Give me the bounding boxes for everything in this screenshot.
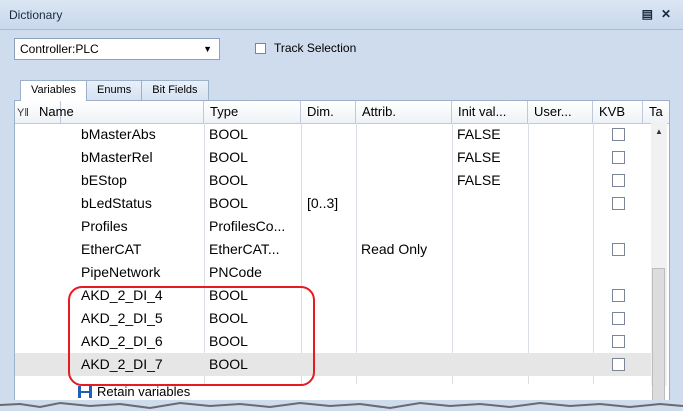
panel-title: Dictionary (9, 8, 63, 22)
cell-type: BOOL (209, 195, 248, 211)
column-header-ta[interactable]: Ta (643, 101, 669, 123)
controller-select[interactable]: Controller:PLC ▼ (14, 38, 220, 60)
tab-bit-fields[interactable]: Bit Fields (141, 80, 209, 100)
cell-type: BOOL (209, 126, 248, 142)
cell-name: Profiles (81, 218, 128, 234)
cell-name: EtherCAT (81, 241, 142, 257)
cell-init (457, 261, 527, 284)
column-header-type[interactable]: Type (204, 101, 301, 123)
cell-init (457, 307, 527, 330)
toolbar: Controller:PLC ▼ Track Selection (0, 30, 683, 70)
vertical-scrollbar[interactable]: ▲ (651, 123, 667, 404)
kvb-checkbox[interactable] (612, 289, 625, 302)
column-header-attrib[interactable]: Attrib. (356, 101, 452, 123)
kvb-checkbox[interactable] (612, 335, 625, 348)
column-header-dim[interactable]: Dim. (301, 101, 356, 123)
cell-name: bMasterAbs (81, 126, 156, 142)
cell-init (457, 284, 527, 307)
cell-name: bEStop (81, 172, 127, 188)
kvb-checkbox[interactable] (612, 197, 625, 210)
column-header-init[interactable]: Init val... (452, 101, 528, 123)
table-row[interactable]: bMasterRel BOOL FALSE (15, 146, 651, 169)
cell-init (457, 238, 527, 261)
column-header-kvb[interactable]: KVB (593, 101, 643, 123)
cell-dim (307, 238, 355, 261)
cell-init (457, 330, 527, 353)
highlight-annotation (68, 286, 315, 386)
pin-icon[interactable]: ▤ (642, 7, 653, 21)
column-header-user[interactable]: User... (528, 101, 593, 123)
cell-attrib (361, 307, 451, 330)
cell-init: FALSE (457, 126, 501, 142)
tab-variables[interactable]: Variables (20, 80, 88, 101)
kvb-checkbox[interactable] (612, 312, 625, 325)
track-selection-label: Track Selection (274, 41, 357, 55)
cell-type: BOOL (209, 172, 248, 188)
cell-attrib (361, 353, 451, 376)
cell-dim (307, 123, 355, 146)
table-row[interactable]: Profiles ProfilesCo... (15, 215, 651, 238)
cell-dim (307, 146, 355, 169)
cell-dim (307, 215, 355, 238)
cell-type: ProfilesCo... (209, 218, 286, 234)
grid-header: Υ‖ Name Type Dim. Attrib. Init val... Us… (15, 101, 669, 124)
chevron-down-icon: ▼ (203, 44, 212, 54)
kvb-checkbox[interactable] (612, 128, 625, 141)
table-row[interactable]: bEStop BOOL FALSE (15, 169, 651, 192)
retain-icon (78, 385, 92, 398)
table-row[interactable]: bMasterAbs BOOL FALSE (15, 123, 651, 146)
scroll-thumb[interactable] (652, 268, 665, 404)
cell-type: PNCode (209, 264, 262, 280)
cell-attrib (361, 123, 451, 146)
close-icon[interactable]: ✕ (661, 7, 671, 21)
kvb-checkbox[interactable] (612, 151, 625, 164)
cell-type: EtherCAT... (209, 241, 280, 257)
cell-dim (307, 261, 355, 284)
title-bar: Dictionary ▤ ✕ (0, 0, 683, 30)
kvb-checkbox[interactable] (612, 243, 625, 256)
cell-init: FALSE (457, 172, 501, 188)
cell-attrib (361, 192, 451, 215)
cell-attrib: Read Only (361, 241, 428, 257)
tab-enums[interactable]: Enums (86, 80, 143, 100)
column-header-name[interactable]: Name (33, 101, 204, 123)
controller-select-value: Controller:PLC (20, 42, 99, 56)
filter-icon[interactable]: Υ‖ (17, 107, 29, 119)
cell-attrib (361, 169, 451, 192)
torn-edge (0, 400, 683, 411)
cell-name: bLedStatus (81, 195, 152, 211)
cell-attrib (361, 261, 451, 284)
table-row[interactable]: EtherCAT EtherCAT... Read Only (15, 238, 651, 261)
cell-type: BOOL (209, 149, 248, 165)
cell-dim (307, 169, 355, 192)
kvb-checkbox[interactable] (612, 358, 625, 371)
cell-attrib (361, 330, 451, 353)
cell-init (457, 353, 527, 376)
retain-variables-label: Retain variables (97, 384, 191, 399)
cell-attrib (361, 284, 451, 307)
table-row[interactable]: bLedStatus BOOL [0..3] (15, 192, 651, 215)
cell-dim: [0..3] (307, 195, 339, 211)
kvb-checkbox[interactable] (612, 174, 625, 187)
cell-init: FALSE (457, 149, 501, 165)
cell-attrib (361, 146, 451, 169)
track-selection-checkbox[interactable] (255, 42, 266, 54)
track-selection[interactable]: Track Selection (255, 41, 356, 55)
scroll-up-icon[interactable]: ▲ (655, 127, 663, 136)
cell-attrib (361, 215, 451, 238)
retain-variables-node[interactable]: Retain variables (78, 384, 190, 399)
cell-name: bMasterRel (81, 149, 153, 165)
cell-init (457, 215, 527, 238)
table-row[interactable]: PipeNetwork PNCode (15, 261, 651, 284)
tab-strip: Variables Enums Bit Fields (20, 80, 209, 101)
cell-name: PipeNetwork (81, 264, 161, 280)
cell-init (457, 192, 527, 215)
